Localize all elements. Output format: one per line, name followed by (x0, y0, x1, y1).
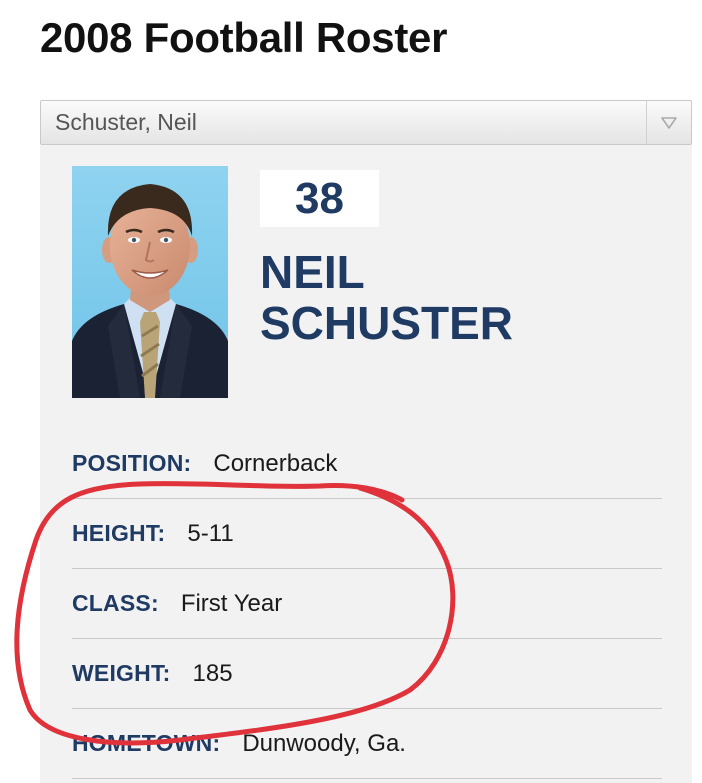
info-label: HEIGHT: (72, 520, 166, 546)
player-select-dropdown[interactable]: Schuster, Neil (40, 100, 692, 145)
player-name: NEIL SCHUSTER (260, 247, 660, 349)
page-title: 2008 Football Roster (40, 14, 448, 61)
info-label: HOMETOWN: (72, 730, 221, 756)
triangle-down-icon (646, 101, 691, 144)
player-first-name: NEIL (260, 246, 365, 298)
info-value: Dunwoody, Ga. (242, 729, 406, 757)
info-value: 185 (192, 659, 233, 687)
player-last-name: SCHUSTER (260, 297, 514, 349)
info-value: 5-11 (187, 519, 234, 547)
info-value: First Year (180, 589, 283, 617)
info-row-class: CLASS: First Year (72, 569, 662, 639)
player-photo (72, 166, 228, 398)
info-row-weight: WEIGHT: 185 (72, 639, 662, 709)
info-row-position: POSITION: Cornerback (72, 429, 662, 499)
info-row-hometown: HOMETOWN: Dunwoody, Ga. (72, 709, 662, 779)
info-label: WEIGHT: (72, 660, 171, 686)
info-label: CLASS: (72, 590, 159, 616)
page: 2008 Football Roster Schuster, Neil 38 N… (0, 0, 702, 783)
jersey-number: 38 (260, 170, 379, 227)
player-select-value: Schuster, Neil (55, 109, 197, 135)
player-profile-card: 38 NEIL SCHUSTER POSITION: Cornerback HE… (40, 145, 692, 783)
info-label: POSITION: (72, 450, 192, 476)
info-value: Cornerback (213, 449, 338, 477)
info-row-height: HEIGHT: 5-11 (72, 499, 662, 569)
